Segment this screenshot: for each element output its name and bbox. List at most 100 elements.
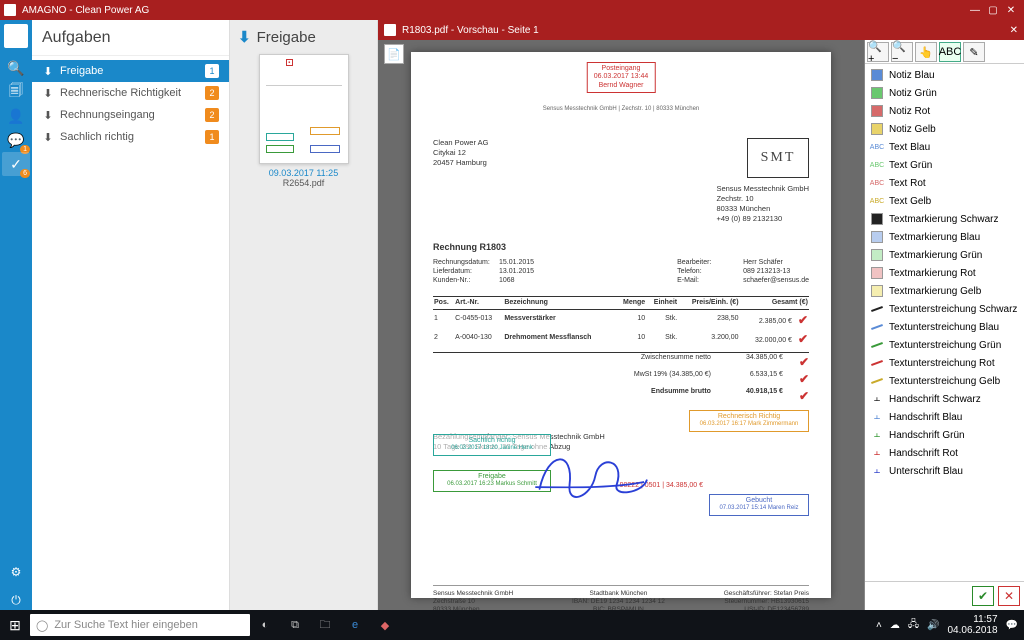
app-titlebar: AMAGNO - Clean Power AG — ▢ ✕: [0, 0, 1024, 20]
palette-item[interactable]: Textmarkierung Blau: [865, 228, 1024, 246]
document-page: Posteingang 06.03.2017 13:44 Bernd Wagne…: [411, 52, 831, 598]
network-icon[interactable]: 🖧: [908, 617, 919, 634]
rail-power-icon[interactable]: ⏻: [2, 590, 30, 610]
palette-tool-button[interactable]: 👆: [915, 42, 937, 62]
cortana-icon[interactable]: ◐: [250, 610, 280, 640]
download-icon: ⬇: [42, 109, 54, 121]
stamp-gebucht[interactable]: Gebucht 07.03.2017 15:14 Maren Reiz: [709, 494, 809, 516]
volume-icon[interactable]: 🔊: [927, 620, 939, 631]
window-maximize-icon[interactable]: ▢: [984, 5, 1002, 16]
palette-item[interactable]: Notiz Grün: [865, 84, 1024, 102]
palette-cancel-button[interactable]: ✕: [998, 586, 1020, 606]
task-count-badge: 1: [205, 130, 219, 144]
stamp-rechnerisch[interactable]: Rechnerisch Richtig 06.03.2017 16:17 Mar…: [689, 410, 809, 432]
preview-logo-icon: [384, 24, 396, 36]
palette-item[interactable]: Notiz Gelb: [865, 120, 1024, 138]
doc-footer: Sensus Messtechnik GmbHZechstraße 108033…: [433, 585, 809, 610]
task-count-badge: 1: [205, 64, 219, 78]
palette-item[interactable]: ABCText Rot: [865, 174, 1024, 192]
palette-tool-button[interactable]: 🔍−: [891, 42, 913, 62]
palette-tool-button[interactable]: 🔍+: [867, 42, 889, 62]
taskview-icon[interactable]: ⧉: [280, 610, 310, 640]
thumb-date: 09.03.2017 11:25: [259, 168, 349, 178]
palette-item[interactable]: ⲲUnterschrift Blau: [865, 462, 1024, 480]
app-logo-icon: [4, 4, 16, 16]
palette-item[interactable]: Textunterstreichung Gelb: [865, 372, 1024, 390]
sender-address: Sensus Messtechnik GmbH Zechstr. 10 8033…: [716, 184, 809, 225]
download-icon: ⬇: [238, 28, 251, 46]
palette-item[interactable]: Textmarkierung Rot: [865, 264, 1024, 282]
palette-item[interactable]: ABCText Grün: [865, 156, 1024, 174]
tasks-title: Aufgaben: [32, 20, 229, 56]
search-placeholder: Zur Suche Text hier eingeben: [54, 619, 198, 631]
app-taskbar-icon[interactable]: ◆: [370, 610, 400, 640]
notifications-icon[interactable]: 💬: [1006, 620, 1018, 631]
palette-item[interactable]: Textunterstreichung Grün: [865, 336, 1024, 354]
start-button[interactable]: ⊞: [0, 610, 30, 640]
rail-search[interactable]: 🔍: [2, 56, 30, 80]
palette-item[interactable]: Notiz Rot: [865, 102, 1024, 120]
explorer-icon[interactable]: 🗀: [310, 610, 340, 640]
rail-user[interactable]: 👤: [2, 104, 30, 128]
palette-item[interactable]: Textmarkierung Gelb: [865, 282, 1024, 300]
task-item[interactable]: ⬇Rechnungseingang2: [32, 104, 229, 126]
preview-close-icon[interactable]: ✕: [1010, 25, 1018, 36]
onedrive-icon[interactable]: ☁: [890, 620, 900, 631]
document-canvas[interactable]: 📄 Posteingang 06.03.2017 13:44 Bernd Wag…: [378, 40, 864, 610]
freigabe-panel: ⬇ Freigabe ■ 09.03.2017 11:25 R2654.pdf: [230, 20, 378, 610]
windows-taskbar: ⊞ ◯ Zur Suche Text hier eingeben ◐ ⧉ 🗀 e…: [0, 610, 1024, 640]
palette-item[interactable]: ⲲHandschrift Blau: [865, 408, 1024, 426]
palette-item[interactable]: Textunterstreichung Blau: [865, 318, 1024, 336]
app-title: AMAGNO - Clean Power AG: [22, 5, 149, 16]
download-icon: ⬇: [42, 65, 54, 77]
avatar[interactable]: [4, 24, 28, 48]
palette-item[interactable]: ⲲHandschrift Rot: [865, 444, 1024, 462]
download-icon: ⬇: [42, 87, 54, 99]
system-tray[interactable]: ˄ ☁ 🖧 🔊 11:57 04.06.2018 💬: [876, 614, 1024, 636]
tasks-sidebar: Aufgaben ⬇Freigabe1⬇Rechnerische Richtig…: [32, 20, 230, 610]
canvas-pdf-icon[interactable]: 📄: [384, 44, 404, 64]
window-minimize-icon[interactable]: —: [966, 5, 984, 16]
annotation-palette: 🔍+🔍−👆ABC✎ Notiz BlauNotiz GrünNotiz RotN…: [864, 40, 1024, 610]
palette-tool-button[interactable]: ✎: [963, 42, 985, 62]
palette-confirm-button[interactable]: ✔: [972, 586, 994, 606]
palette-item[interactable]: ⲲHandschrift Grün: [865, 426, 1024, 444]
recipient-address: Clean Power AG Citykai 12 20457 Hamburg: [433, 138, 488, 225]
palette-item[interactable]: Textunterstreichung Rot: [865, 354, 1024, 372]
download-icon: ⬇: [42, 131, 54, 143]
task-item[interactable]: ⬇Freigabe1: [32, 60, 229, 82]
stamp-sachlich[interactable]: Sachlich richtig 06.03.2017 18:20 Janine…: [433, 434, 551, 456]
rail-settings-icon[interactable]: ⚙: [2, 562, 30, 582]
stamp-freigabe[interactable]: Freigabe 06.03.2017 16:23 Markus Schmitt: [433, 470, 551, 492]
rail-tasks[interactable]: ✓6: [2, 152, 30, 176]
document-thumbnail[interactable]: ■ 09.03.2017 11:25 R2654.pdf: [259, 54, 349, 188]
window-close-icon[interactable]: ✕: [1002, 5, 1020, 16]
red-annotation: 90222 | 0501 | 34.385,00 €: [620, 482, 703, 491]
company-logo: SMT: [747, 138, 809, 178]
taskbar-search[interactable]: ◯ Zur Suche Text hier eingeben: [30, 614, 250, 636]
preview-window: R1803.pdf - Vorschau - Seite 1 ✕ 📄 Poste…: [378, 20, 1024, 610]
palette-item[interactable]: Textunterstreichung Schwarz: [865, 300, 1024, 318]
tray-up-icon[interactable]: ˄: [876, 620, 882, 631]
taskbar-clock[interactable]: 11:57 04.06.2018: [947, 614, 997, 636]
edge-icon[interactable]: e: [340, 610, 370, 640]
rail-docs[interactable]: 🗐: [2, 80, 30, 104]
palette-item[interactable]: Textmarkierung Schwarz: [865, 210, 1024, 228]
stamp-posteingang[interactable]: Posteingang 06.03.2017 13:44 Bernd Wagne…: [587, 62, 656, 93]
palette-tool-button[interactable]: ABC: [939, 42, 961, 62]
task-item[interactable]: ⬇Sachlich richtig1: [32, 126, 229, 148]
preview-titlebar: R1803.pdf - Vorschau - Seite 1 ✕: [378, 20, 1024, 40]
invoice-table: Pos.Art.-Nr.BezeichnungMengeEinheitPreis…: [433, 296, 809, 349]
task-item[interactable]: ⬇Rechnerische Richtigkeit2: [32, 82, 229, 104]
freigabe-title: Freigabe: [257, 29, 316, 46]
palette-item[interactable]: Notiz Blau: [865, 66, 1024, 84]
rail-chat[interactable]: 💬1: [2, 128, 30, 152]
invoice-heading: Rechnung R1803: [433, 242, 809, 253]
search-icon: ◯: [36, 619, 48, 632]
palette-item[interactable]: ABCText Gelb: [865, 192, 1024, 210]
nav-rail: 🔍🗐👤💬1✓6 ⚙ ⏻: [0, 20, 32, 610]
sender-line: Sensus Messtechnik GmbH | Zechstr. 10 | …: [433, 106, 809, 114]
palette-item[interactable]: ABCText Blau: [865, 138, 1024, 156]
palette-item[interactable]: Textmarkierung Grün: [865, 246, 1024, 264]
palette-item[interactable]: ⲲHandschrift Schwarz: [865, 390, 1024, 408]
